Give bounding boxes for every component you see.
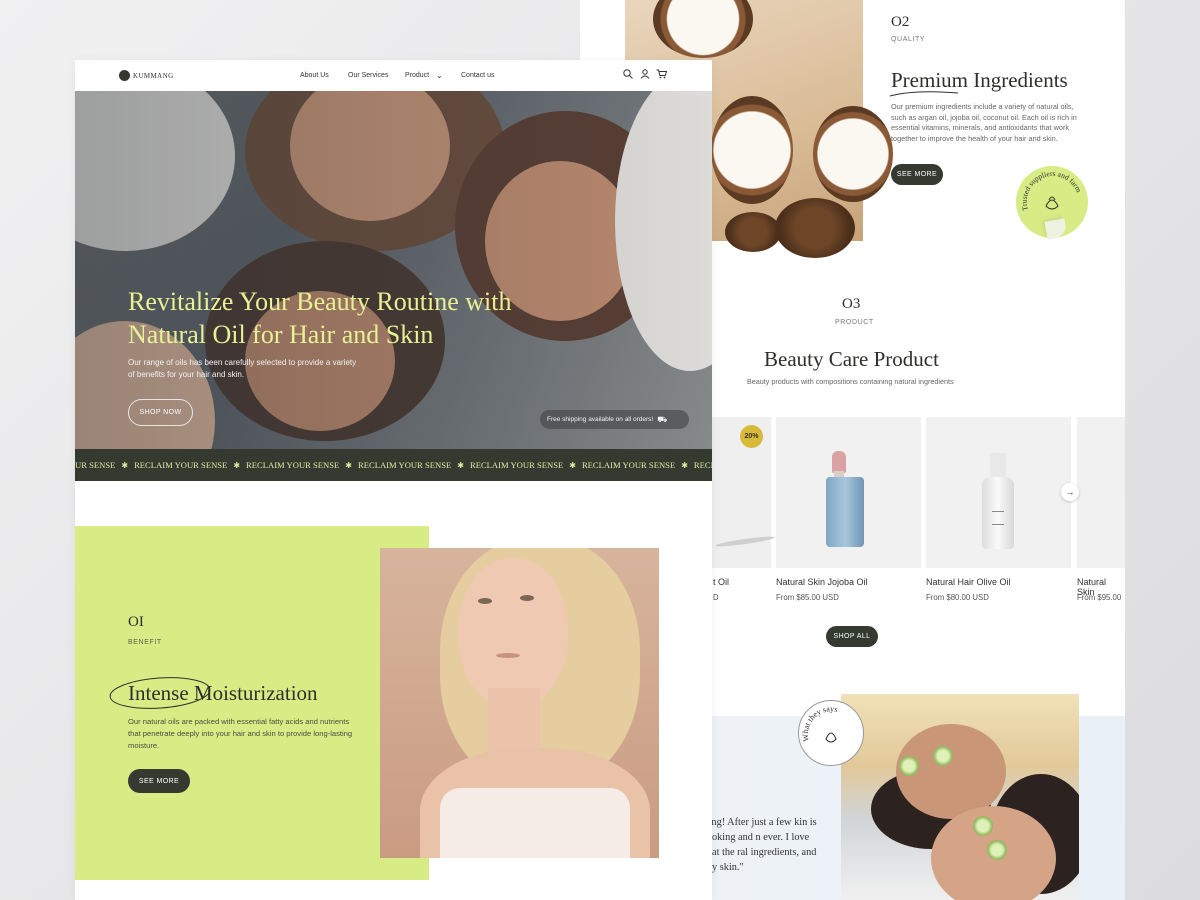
hero-title: Revitalize Your Beauty Routine with Natu… [128,287,512,349]
product-card[interactable] [1077,417,1125,568]
product-card[interactable] [926,417,1071,568]
testimonial-stamp: What they says [798,700,864,766]
nav-link-services[interactable]: Our Services [348,72,388,79]
shipping-text: Free shipping available on all orders! [547,416,654,423]
nav-link-about[interactable]: About Us [300,72,329,79]
star-icon: ✱ [233,461,241,470]
benefit-label: BENEFIT [128,639,162,646]
discount-badge: 20% [740,425,763,448]
product-price: From $85.00 USD [776,593,839,602]
product-title: Beauty Care Product [764,347,939,371]
hero-section: Revitalize Your Beauty Routine with Natu… [75,91,712,449]
star-icon: ✱ [681,461,688,470]
star-icon: ✱ [457,461,464,470]
nav-link-product[interactable]: Product [405,72,429,79]
testimonial-quote: zing! After just a few kin is looking an… [704,817,817,873]
navbar: KUMMANG About Us Our Services Product ⌄ … [75,60,712,91]
product-price: From $95.00 [1077,593,1122,602]
product-price: From $80.00 USD [926,593,989,602]
product-name[interactable]: Natural Hair Olive Oil [926,577,1011,587]
underline-swoosh-icon [889,91,959,97]
ticker-item: UR SENSE [75,460,116,470]
product-price: D [713,593,719,602]
logo-text[interactable]: KUMMANG [133,72,174,80]
quality-number: O2 [891,14,910,30]
product-name[interactable]: t Oil [713,577,729,587]
truck-icon: ⛟ [657,414,668,424]
star-icon: ✱ [569,461,576,470]
carousel-next-arrow-icon[interactable]: → [1061,483,1079,501]
quality-label: QUALITY [891,36,926,43]
ticker-item: RECLAIM YOUR SENSE [246,460,340,470]
logo-icon[interactable] [119,70,130,81]
woman-portrait-photo [380,548,659,858]
benefit-number: OI [128,614,144,630]
search-icon[interactable] [623,69,633,82]
ticker-item: RECLAIM YOUR SENSE [469,460,564,470]
marquee-ticker: UR SENSE ✱ RECLAIM YOUR SENSE ✱ RECLAIM YOUR… [75,449,712,481]
ticker-item: RECLAIM [693,460,712,470]
product-subtitle: Beauty products with compositions contai… [747,377,954,386]
svg-text:Trusted suppliers and farm: Trusted suppliers and farm [1020,169,1084,212]
benefit-see-more-button[interactable]: SEE MORE [128,769,190,793]
ticker-item: RECLAIM YOUR SENSE [134,460,228,470]
product-card[interactable] [776,417,921,568]
left-page-preview: KUMMANG About Us Our Services Product ⌄ … [75,60,712,900]
product-name[interactable]: Natural Skin Jojoba Oil [776,577,868,587]
shop-now-button[interactable]: SHOP NOW [128,399,193,426]
quality-body: Our premium ingredients include a variet… [891,102,1077,143]
chevron-down-icon[interactable]: ⌄ [436,71,443,80]
sticker-text: Trusted suppliers and farm [1020,169,1084,212]
shipping-notice: Free shipping available on all orders! ⛟ [540,410,689,429]
nav-link-contact[interactable]: Contact us [461,72,494,79]
spa-photo [841,694,1079,900]
shop-all-button[interactable]: SHOP ALL [826,626,878,647]
star-icon: ✱ [121,461,129,470]
ticker-item: RECLAIM YOUR SENSE [581,460,676,470]
hero-subtitle: Our range of oils has been carefully sel… [128,358,357,379]
ticker-item: RECLAIM YOUR SENSE [358,460,452,470]
cart-icon[interactable] [656,69,668,82]
star-icon: ✱ [345,461,352,470]
product-number: O3 [842,296,861,312]
user-icon[interactable] [640,69,650,82]
svg-text:What they says: What they says [801,704,839,742]
product-label: PRODUCT [835,319,874,326]
benefit-title: Intense Moisturization [128,681,318,705]
stamp-text: What they says [801,704,839,742]
quality-see-more-button[interactable]: SEE MORE [891,164,943,185]
benefit-body: Our natural oils are packed with essenti… [128,717,353,750]
